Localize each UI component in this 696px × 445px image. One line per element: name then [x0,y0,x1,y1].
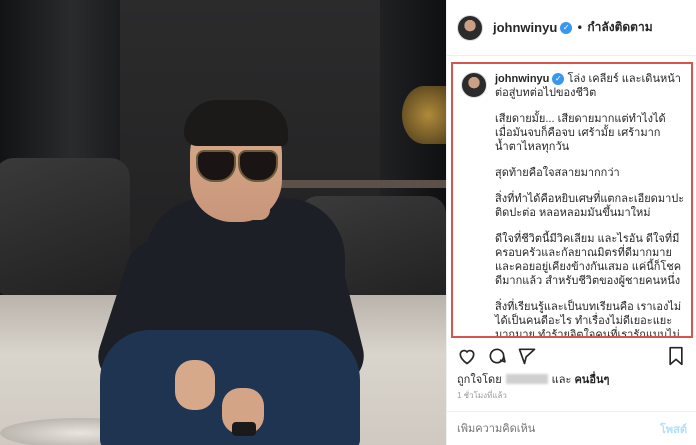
liked-by-joiner: และ [551,374,572,386]
action-bar [457,346,687,368]
caption-paragraph-1: เสียดายมั้ย... เสียดายมากแต่ทำไงได้ เมื่… [495,113,666,153]
comment-icon[interactable] [487,346,507,371]
caption-username[interactable]: johnwinyu [495,73,549,85]
caption-row: johnwinyu ✓ โล่ง เคลียร์ และเดินหน้าต่อสู… [461,72,685,338]
caption-text: johnwinyu ✓ โล่ง เคลียร์ และเดินหน้าต่อสู… [495,72,685,338]
caption-paragraph-2: สุดท้ายคือใจสลายมากกว่า [495,167,620,179]
liked-by: ถูกใจโดย และ คนอื่นๆ [457,370,609,388]
blurred-username [505,374,548,384]
bookmark-icon[interactable] [667,346,685,371]
post-comment-button[interactable]: โพสต์ [660,420,687,438]
share-icon[interactable] [517,346,537,371]
sunglasses-right-lens [238,150,278,182]
person-hair [184,100,288,146]
post-header: johnwinyu ✓ • กำลังติดตาม [447,0,696,56]
caption-paragraph-4: ดีใจที่ชีวิตนี้มีวิคเลียม และไรอัน ดีใจท… [495,233,682,287]
wristwatch [232,422,256,436]
header-username[interactable]: johnwinyu [493,20,557,35]
liked-by-others-link[interactable]: คนอื่นๆ [574,374,609,386]
heart-icon[interactable] [457,346,477,371]
caption-avatar[interactable] [461,72,487,98]
caption-paragraph-5: สิ่งที่เรียนรู้และเป็นบทเรียนคือ เราเองไ… [495,301,682,338]
liked-by-prefix: ถูกใจโดย [457,374,502,386]
separator-dot: • [576,20,584,35]
avatar[interactable] [457,14,483,41]
post-side-panel: johnwinyu ✓ • กำลังติดตาม johnwinyu ✓ โล่… [446,0,696,445]
verified-badge-icon: ✓ [560,21,573,34]
caption-highlight-box: johnwinyu ✓ โล่ง เคลียร์ และเดินหน้าต่อสู… [451,62,693,338]
person-figure [0,0,446,445]
post-photo[interactable] [0,0,446,445]
comment-input[interactable] [457,422,637,435]
post-timestamp[interactable]: 1 ชั่วโมงที่แล้ว [457,389,507,402]
caption-paragraph-3: สิ่งที่ทำได้คือหยิบเศษที่แตกละเอียดมาปะต… [495,193,685,219]
following-button[interactable]: กำลังติดตาม [587,18,652,37]
verified-badge-icon: ✓ [552,73,565,85]
sunglasses-left-lens [196,150,236,182]
comment-bar: โพสต์ [447,411,696,445]
person-hand-left [175,360,215,410]
